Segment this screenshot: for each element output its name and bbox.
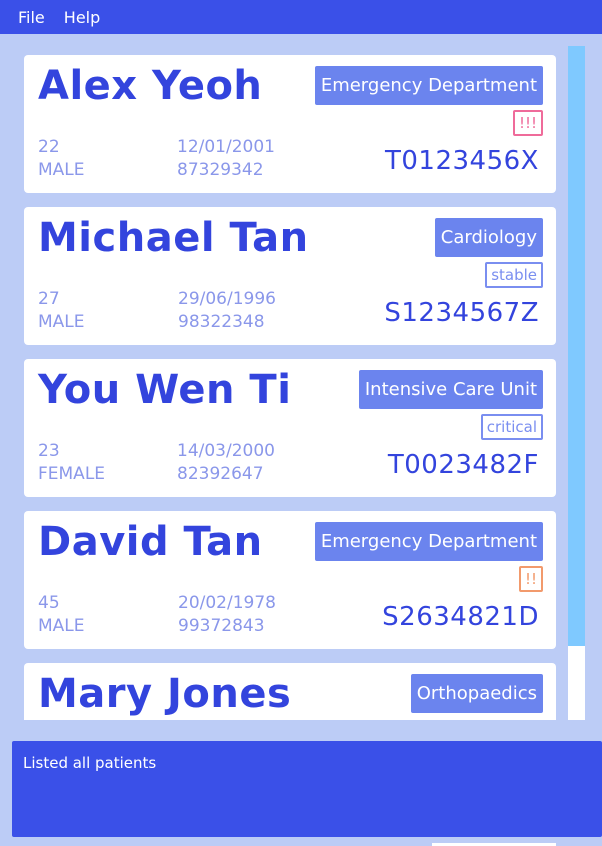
menu-bar: File Help [0,0,602,34]
patient-dob: 12/01/2001 [177,137,275,157]
department-tag: Emergency Department [314,522,543,561]
menu-file[interactable]: File [18,8,45,27]
patient-name: You Wen Ti [38,367,292,413]
patient-name: Mary Jones [38,671,292,717]
scrollbar[interactable] [568,46,585,720]
menu-help[interactable]: Help [64,8,100,27]
patient-age: 45 [38,593,60,613]
status-badge: !!! [512,110,543,136]
patient-gender: MALE [38,160,85,180]
patient-gender: MALE [38,312,85,332]
patient-dob: 29/06/1996 [178,289,276,309]
patient-nric: S2634821D [382,602,539,632]
patient-nric: S1234567Z [384,298,539,328]
result-display: Listed all patients [12,741,602,837]
patient-card[interactable]: Mary Jones Orthopaedics [24,663,556,720]
patient-list[interactable]: Alex Yeoh Emergency Department !!! 22 MA… [12,46,586,720]
patient-card[interactable]: You Wen Ti Intensive Care Unit critical … [24,359,556,497]
result-message: Listed all patients [23,754,157,772]
patient-card[interactable]: David Tan Emergency Department !! 45 MAL… [24,511,556,649]
status-badge: !! [518,566,543,592]
patient-name: Michael Tan [38,215,309,261]
department-tag: Cardiology [434,218,543,257]
scrollbar-thumb[interactable] [568,46,585,646]
patient-name: Alex Yeoh [38,63,263,109]
patient-age: 22 [38,137,60,157]
patient-dob: 14/03/2000 [177,441,275,461]
department-tag: Orthopaedics [410,674,543,713]
patient-dob: 20/02/1978 [178,593,276,613]
patient-card[interactable]: Michael Tan Cardiology stable 27 MALE 29… [24,207,556,345]
patient-gender: MALE [38,616,85,636]
patient-name: David Tan [38,519,263,565]
patient-nric: T0023482F [387,450,539,480]
patient-gender: FEMALE [38,464,106,484]
department-tag: Intensive Care Unit [358,370,543,409]
patient-phone: 87329342 [177,160,264,180]
patient-card[interactable]: Alex Yeoh Emergency Department !!! 22 MA… [24,55,556,193]
patient-phone: 98322348 [178,312,265,332]
status-badge: critical [480,414,543,440]
patient-phone: 99372843 [178,616,265,636]
patient-phone: 82392647 [177,464,264,484]
status-badge: stable [485,262,543,288]
patient-age: 23 [38,441,60,461]
department-tag: Emergency Department [314,66,543,105]
patient-nric: T0123456X [385,146,539,176]
patient-age: 27 [38,289,60,309]
